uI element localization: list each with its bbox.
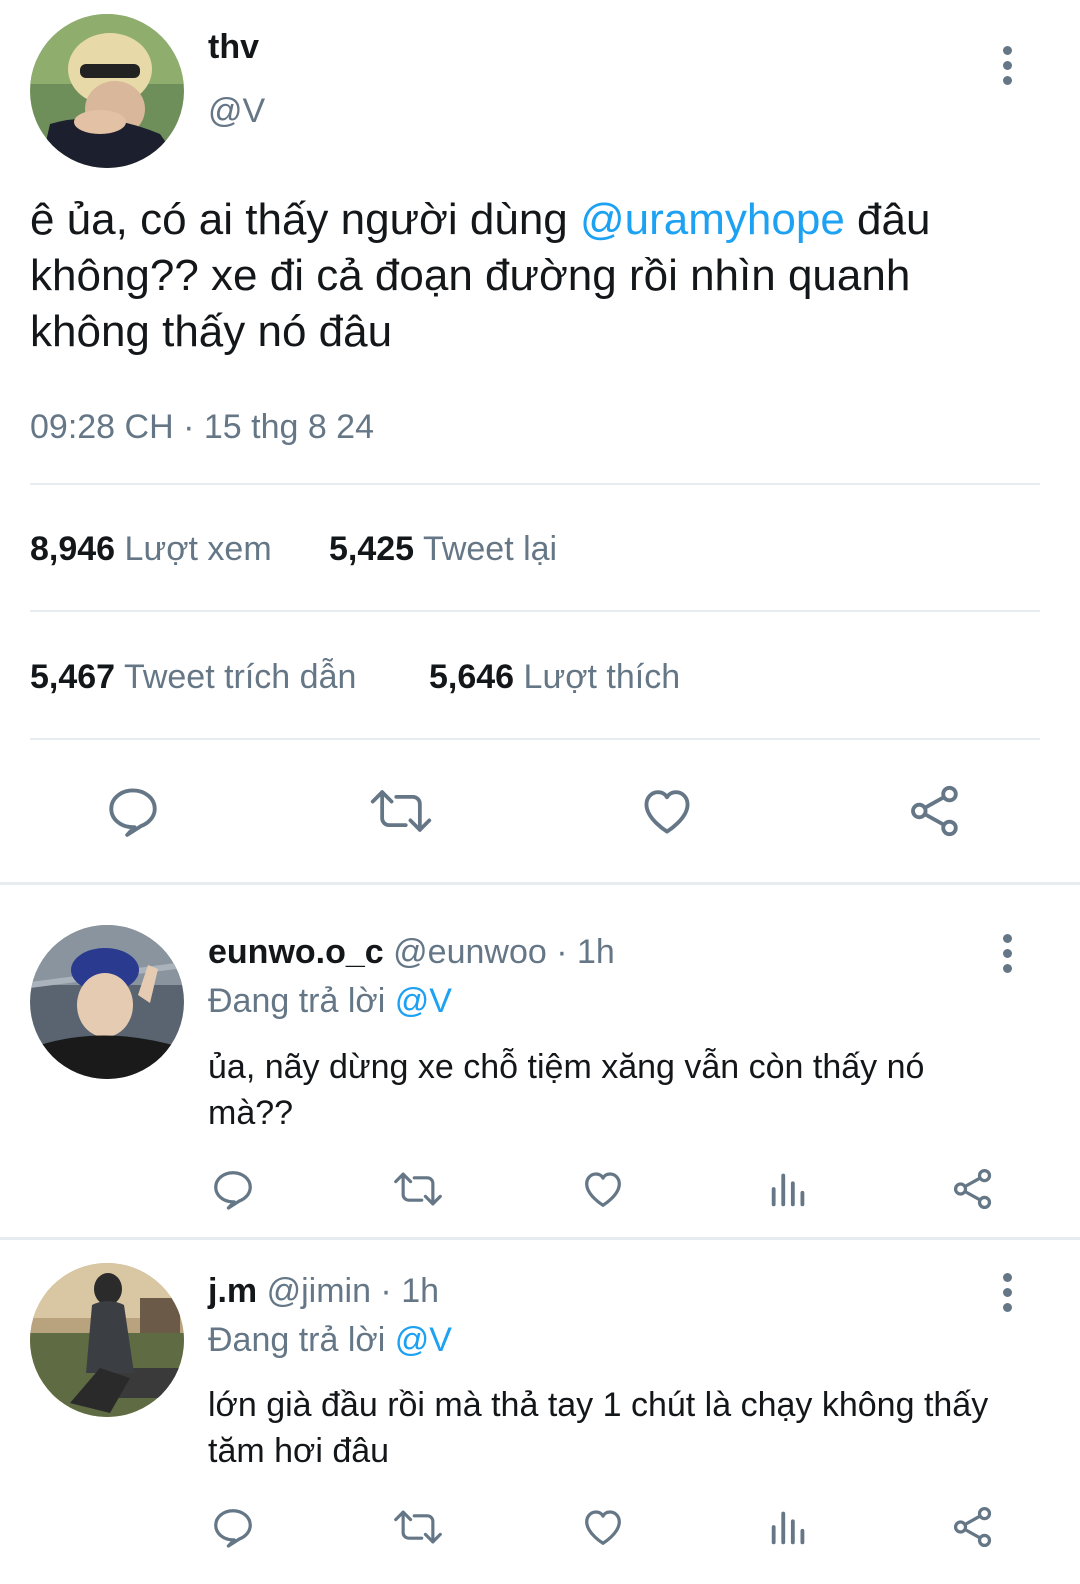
divider bbox=[30, 483, 1040, 485]
reply-display-name[interactable]: eunwo.o_c bbox=[208, 933, 384, 971]
reply-text: lớn già đầu rồi mà thả tay 1 chút là chạ… bbox=[208, 1386, 989, 1470]
divider bbox=[30, 610, 1040, 612]
likes-label: Lượt thích bbox=[523, 658, 681, 696]
replying-to: Đang trả lời @V bbox=[208, 1321, 452, 1360]
retweet-icon[interactable] bbox=[368, 782, 434, 840]
share-icon[interactable] bbox=[906, 782, 964, 840]
reply-header: eunwo.o_c @eunwoo · 1h bbox=[208, 933, 615, 972]
like-icon[interactable] bbox=[638, 782, 696, 840]
more-icon[interactable] bbox=[1001, 1273, 1013, 1318]
tweet-text: ê ủa, có ai thấy người dùng @uramyhope đ… bbox=[30, 192, 1030, 360]
like-icon[interactable] bbox=[580, 1166, 626, 1212]
analytics-icon[interactable] bbox=[766, 1166, 812, 1212]
replying-to: Đang trả lời @V bbox=[208, 982, 452, 1021]
author-display-name[interactable]: thv bbox=[208, 28, 259, 67]
reply-icon[interactable] bbox=[104, 782, 162, 840]
reply-handle-time[interactable]: @jimin · 1h bbox=[267, 1272, 439, 1310]
author-avatar[interactable] bbox=[30, 14, 184, 168]
replying-prefix: Đang trả lời bbox=[208, 982, 386, 1020]
quotes-label: Tweet trích dẫn bbox=[123, 658, 357, 696]
reply-display-name[interactable]: j.m bbox=[208, 1272, 257, 1310]
views-count: 8,946 bbox=[30, 530, 116, 568]
retweet-icon[interactable] bbox=[392, 1504, 444, 1550]
stats-retweets[interactable]: 5,425 Tweet lại bbox=[329, 530, 557, 569]
section-divider bbox=[0, 1237, 1080, 1240]
views-label: Lượt xem bbox=[124, 530, 272, 568]
mention-link[interactable]: @uramyhope bbox=[580, 195, 845, 244]
reply-avatar[interactable] bbox=[30, 925, 184, 1079]
analytics-icon[interactable] bbox=[766, 1504, 812, 1550]
retweet-icon[interactable] bbox=[392, 1166, 444, 1212]
retweets-label: Tweet lại bbox=[422, 530, 558, 568]
replying-prefix: Đang trả lời bbox=[208, 1321, 386, 1359]
reply-icon[interactable] bbox=[210, 1166, 256, 1212]
more-icon[interactable] bbox=[1001, 46, 1013, 91]
share-icon[interactable] bbox=[950, 1166, 996, 1212]
reply-text: ủa, nãy dừng xe chỗ tiệm xăng vẫn còn th… bbox=[208, 1048, 925, 1132]
more-icon[interactable] bbox=[1001, 934, 1013, 979]
reply-handle-time[interactable]: @eunwoo · 1h bbox=[393, 933, 615, 971]
quotes-count: 5,467 bbox=[30, 658, 116, 696]
author-handle[interactable]: @V bbox=[208, 92, 265, 131]
reply-icon[interactable] bbox=[210, 1504, 256, 1550]
replying-mention[interactable]: @V bbox=[395, 982, 452, 1020]
tweet-timestamp: 09:28 CH · 15 thg 8 24 bbox=[30, 408, 375, 446]
divider bbox=[30, 738, 1040, 740]
share-icon[interactable] bbox=[950, 1504, 996, 1550]
replying-mention[interactable]: @V bbox=[395, 1321, 452, 1359]
retweets-count: 5,425 bbox=[329, 530, 415, 568]
reply-header: j.m @jimin · 1h bbox=[208, 1272, 439, 1311]
stats-quotes[interactable]: 5,467 Tweet trích dẫn bbox=[30, 658, 356, 697]
like-icon[interactable] bbox=[580, 1504, 626, 1550]
likes-count: 5,646 bbox=[429, 658, 515, 696]
section-divider bbox=[0, 882, 1080, 885]
stats-likes[interactable]: 5,646 Lượt thích bbox=[429, 658, 680, 697]
stats-views[interactable]: 8,946 Lượt xem bbox=[30, 530, 272, 569]
reply-avatar[interactable] bbox=[30, 1263, 184, 1417]
tweet-text-part: ê ủa, có ai thấy người dùng bbox=[30, 195, 580, 244]
